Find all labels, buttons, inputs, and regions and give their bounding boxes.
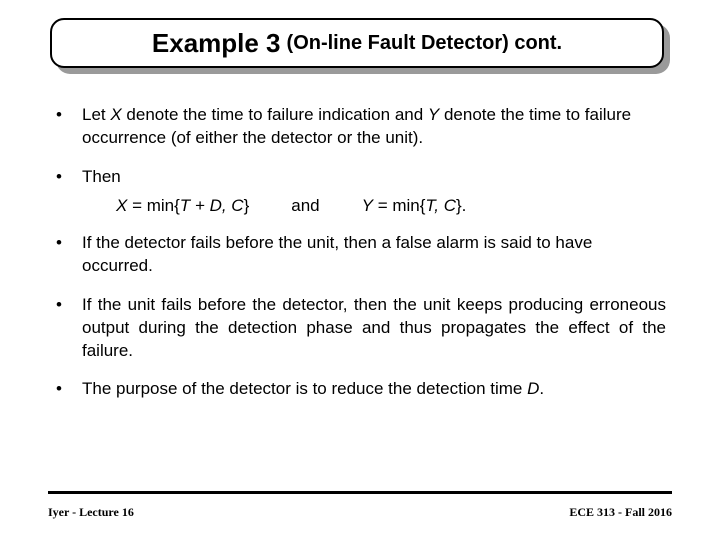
text: = min{	[127, 196, 179, 215]
text: }	[244, 196, 250, 215]
var: X	[116, 196, 127, 215]
bullet-item: • Then	[56, 166, 666, 189]
text: +	[190, 196, 209, 215]
bullet-text: Let X denote the time to failure indicat…	[82, 104, 666, 150]
var: T, C	[425, 196, 456, 215]
title-container: Example 3 (On-line Fault Detector) cont.	[50, 18, 670, 74]
text: .	[539, 379, 544, 398]
bullet-marker: •	[56, 294, 82, 363]
var: T	[180, 196, 190, 215]
footer: Iyer - Lecture 16 ECE 313 - Fall 2016	[48, 505, 672, 520]
footer-divider	[48, 491, 672, 494]
bullet-marker: •	[56, 232, 82, 278]
bullet-marker: •	[56, 166, 82, 189]
var: D, C	[210, 196, 244, 215]
equation-and: and	[291, 195, 319, 218]
bullet-item: • If the detector fails before the unit,…	[56, 232, 666, 278]
variable-y: Y	[428, 105, 439, 124]
bullet-text: Then	[82, 166, 666, 189]
variable-d: D	[527, 379, 539, 398]
bullet-marker: •	[56, 104, 82, 150]
text: }.	[456, 196, 466, 215]
title-box: Example 3 (On-line Fault Detector) cont.	[50, 18, 664, 68]
text: denote the time to failure indication an…	[122, 105, 428, 124]
text: The purpose of the detector is to reduce…	[82, 379, 527, 398]
equation-y: Y = min{T, C}.	[362, 195, 467, 218]
bullet-item: • If the unit fails before the detector,…	[56, 294, 666, 363]
bullet-marker: •	[56, 378, 82, 401]
footer-left: Iyer - Lecture 16	[48, 505, 134, 520]
equation-line: X = min{T + D, C} and Y = min{T, C}.	[116, 195, 666, 218]
text: Let	[82, 105, 110, 124]
spacer	[56, 218, 666, 232]
content-area: • Let X denote the time to failure indic…	[56, 104, 666, 417]
bullet-text: If the unit fails before the detector, t…	[82, 294, 666, 363]
title-main: Example 3	[152, 28, 281, 59]
bullet-item: • Let X denote the time to failure indic…	[56, 104, 666, 150]
equation-x: X = min{T + D, C}	[116, 195, 249, 218]
var: Y	[362, 196, 373, 215]
bullet-item: • The purpose of the detector is to redu…	[56, 378, 666, 401]
bullet-text: The purpose of the detector is to reduce…	[82, 378, 666, 401]
title-subtitle: (On-line Fault Detector) cont.	[287, 32, 563, 55]
variable-x: X	[110, 105, 121, 124]
footer-right: ECE 313 - Fall 2016	[569, 505, 672, 520]
bullet-text: If the detector fails before the unit, t…	[82, 232, 666, 278]
text: = min{	[373, 196, 425, 215]
